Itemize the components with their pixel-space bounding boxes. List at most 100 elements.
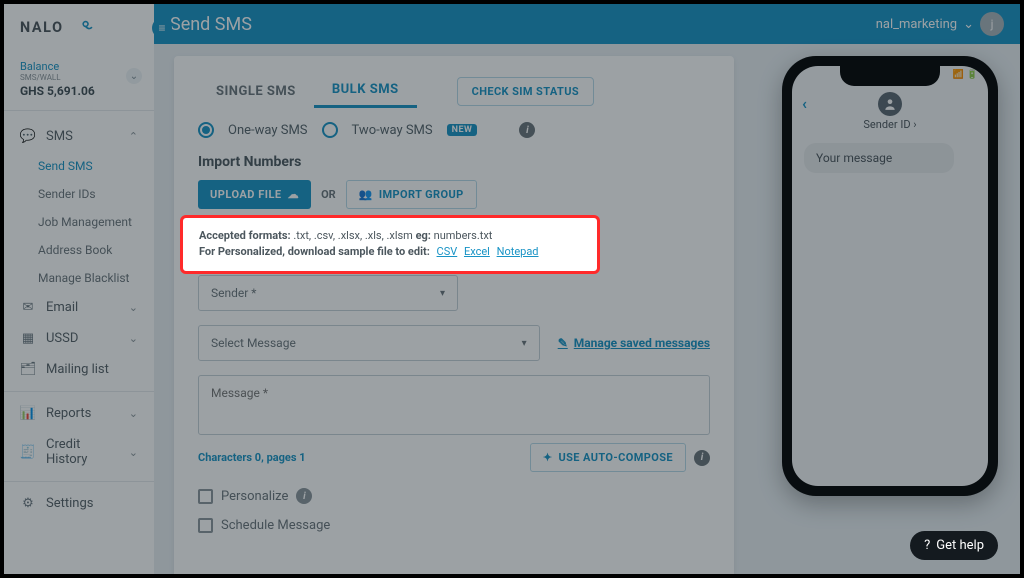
- use-auto-compose-button[interactable]: ✦ USE AUTO-COMPOSE: [530, 443, 686, 472]
- message-textarea[interactable]: [198, 375, 710, 435]
- manage-saved-messages-link[interactable]: ✎ Manage saved messages: [558, 336, 710, 350]
- group-icon: 👥: [359, 188, 373, 201]
- chevron-down-icon: ▾: [522, 338, 527, 349]
- schedule-checkbox-row[interactable]: Schedule Message: [198, 518, 710, 533]
- phone-sender-id: Sender ID ›: [792, 118, 988, 131]
- sidebar-item-credit-history[interactable]: 🧾 Credit History ⌄: [4, 429, 154, 475]
- user-name: nal_marketing: [876, 17, 957, 32]
- checkbox-label: Personalize: [221, 489, 288, 504]
- chevron-down-icon: ⌄: [129, 407, 138, 420]
- sidebar-item-ussd[interactable]: ▦ USSD ⌄: [4, 323, 154, 354]
- personalize-checkbox-row[interactable]: Personalize i: [198, 488, 710, 504]
- sidebar-item-email[interactable]: ✉ Email ⌄: [4, 292, 154, 323]
- checkbox-personalize[interactable]: [198, 489, 213, 504]
- sidebar-sub-address-book[interactable]: Address Book: [8, 236, 154, 264]
- radio-one-way-sms[interactable]: [198, 122, 214, 138]
- back-icon: ‹: [802, 94, 807, 113]
- download-notepad-link[interactable]: Notepad: [497, 245, 539, 258]
- user-menu[interactable]: nal_marketing ⌄ j: [876, 12, 1004, 36]
- sidebar-sub-sender-ids[interactable]: Sender IDs: [8, 180, 154, 208]
- topbar: Send SMS nal_marketing ⌄ j: [154, 4, 1020, 44]
- sidebar-item-sms[interactable]: 💬 SMS ⌃: [4, 121, 154, 152]
- select-message-dropdown[interactable]: Select Message ▾: [198, 325, 540, 361]
- checkbox-schedule[interactable]: [198, 518, 213, 533]
- contacts-icon: 🗂: [20, 362, 36, 377]
- svg-text:NALO: NALO: [20, 19, 64, 36]
- download-excel-link[interactable]: Excel: [464, 245, 490, 258]
- balance-label: Balance: [20, 60, 138, 73]
- page-title: Send SMS: [170, 14, 876, 35]
- sidebar-sub-manage-blacklist[interactable]: Manage Blacklist: [8, 264, 154, 292]
- sidebar-item-reports[interactable]: 📊 Reports ⌄: [4, 398, 154, 429]
- upload-file-button[interactable]: UPLOAD FILE ☁: [198, 180, 311, 209]
- info-icon[interactable]: i: [519, 122, 535, 138]
- sidebar-item-settings[interactable]: ⚙ Settings: [4, 488, 154, 519]
- sender-placeholder: Sender *: [211, 286, 256, 300]
- mail-icon: ✉: [20, 300, 36, 315]
- chevron-down-icon: ⌄: [129, 332, 138, 345]
- phone-status-icons: 📶🔋: [953, 70, 978, 80]
- tab-single-sms[interactable]: SINGLE SMS: [198, 76, 314, 107]
- chevron-down-icon[interactable]: ⌄: [126, 68, 142, 84]
- balance-widget[interactable]: Balance SMS/WALL GHS 5,691.06 ⌄: [4, 56, 154, 111]
- chevron-down-icon: ⌄: [963, 17, 974, 32]
- sidebar-collapse-button[interactable]: ≡: [152, 18, 172, 38]
- sidebar-item-label: Email: [46, 300, 78, 315]
- phone-message-bubble: Your message: [804, 143, 954, 173]
- radio-two-way-sms[interactable]: [322, 122, 338, 138]
- new-badge: NEW: [447, 124, 478, 136]
- contact-avatar-icon: [878, 92, 902, 116]
- chevron-down-icon: ▾: [440, 288, 445, 299]
- help-icon: ?: [924, 538, 930, 553]
- personalized-download-label: For Personalized, download sample file t…: [199, 245, 430, 258]
- import-numbers-title: Import Numbers: [198, 154, 710, 170]
- battery-icon: 🔋: [967, 70, 978, 80]
- sidebar-sub-send-sms[interactable]: Send SMS: [8, 152, 154, 180]
- sidebar-sub-job-management[interactable]: Job Management: [8, 208, 154, 236]
- send-sms-card: SINGLE SMS BULK SMS CHECK SIM STATUS One…: [174, 56, 734, 574]
- history-icon: 🧾: [20, 445, 36, 460]
- download-csv-link[interactable]: CSV: [437, 245, 458, 258]
- sidebar-item-label: USSD: [46, 331, 78, 346]
- button-label: Get help: [936, 538, 984, 553]
- import-group-button[interactable]: 👥 IMPORT GROUP: [346, 180, 477, 209]
- signal-icon: 📶: [953, 70, 964, 80]
- chevron-down-icon: ⌄: [129, 301, 138, 314]
- sidebar-item-label: Credit History: [46, 437, 119, 467]
- accepted-formats-value: .txt, .csv, .xlsx, .xls, .xlsm: [293, 229, 412, 242]
- radio-label-two-way: Two-way SMS: [352, 123, 433, 138]
- check-sim-status-button[interactable]: CHECK SIM STATUS: [457, 77, 594, 106]
- sidebar-item-label: Settings: [46, 496, 93, 511]
- sender-select[interactable]: Sender * ▾: [198, 275, 458, 311]
- button-label: USE AUTO-COMPOSE: [558, 451, 673, 464]
- chevron-down-icon: ⌄: [129, 446, 138, 459]
- sidebar-item-label: Mailing list: [46, 362, 109, 377]
- grid-icon: ▦: [20, 331, 36, 346]
- chart-icon: 📊: [20, 406, 36, 421]
- cloud-upload-icon: ☁: [288, 188, 300, 201]
- phone-preview: 📶🔋 ‹ Sender ID › Your message: [782, 56, 998, 496]
- logo: NALO: [4, 8, 154, 56]
- eg-label: eg:: [416, 229, 431, 242]
- edit-icon: ✎: [558, 336, 568, 350]
- chat-icon: 💬: [20, 129, 36, 144]
- chevron-up-icon: ⌃: [129, 130, 138, 143]
- button-label: UPLOAD FILE: [210, 188, 282, 201]
- tab-bulk-sms[interactable]: BULK SMS: [314, 74, 417, 108]
- gear-icon: ⚙: [20, 496, 36, 511]
- accepted-formats-label: Accepted formats:: [199, 229, 291, 242]
- get-help-button[interactable]: ? Get help: [910, 531, 998, 560]
- radio-label-one-way: One-way SMS: [228, 123, 308, 138]
- or-text: OR: [321, 188, 336, 201]
- avatar: j: [980, 12, 1004, 36]
- balance-amount: GHS 5,691.06: [20, 84, 138, 98]
- info-icon[interactable]: i: [694, 450, 710, 466]
- sidebar-item-label: SMS: [46, 129, 73, 144]
- info-icon[interactable]: i: [296, 488, 312, 504]
- link-label: Manage saved messages: [574, 336, 710, 350]
- select-message-placeholder: Select Message: [211, 336, 296, 350]
- sidebar-item-mailing-list[interactable]: 🗂 Mailing list: [4, 354, 154, 385]
- sidebar-item-label: Reports: [46, 406, 91, 421]
- sidebar: NALO Balance SMS/WALL GHS 5,691.06 ⌄ 💬 S…: [4, 4, 154, 574]
- eg-value: numbers.txt: [434, 229, 493, 242]
